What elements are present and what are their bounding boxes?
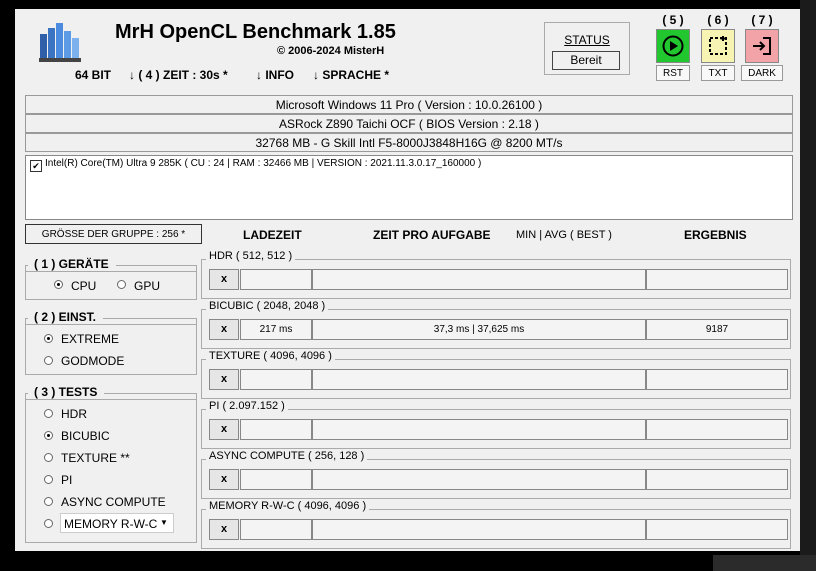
pi-label: PI [61, 473, 73, 487]
test-time-per-task [312, 269, 646, 290]
extreme-radio[interactable] [44, 334, 53, 343]
test-load-time [240, 419, 312, 440]
cpu-label: CPU [71, 279, 97, 293]
test-result [646, 369, 788, 390]
devices-group-title: ( 1 ) GERÄTE [28, 257, 116, 271]
test-row-async-compute: ASYNC COMPUTE ( 256, 128 ) x [201, 450, 791, 499]
app-title: MrH OpenCL Benchmark 1.85 [115, 21, 396, 43]
gpu-label: GPU [134, 279, 161, 293]
txt-button[interactable]: TXT [701, 65, 735, 81]
bit-label: 64 BIT [75, 68, 112, 82]
column-load: LADEZEIT [243, 228, 302, 242]
bicubic-radio[interactable] [44, 431, 53, 440]
extreme-label: EXTREME [61, 332, 120, 346]
test-run-button[interactable]: x [209, 469, 239, 490]
dark-button[interactable]: DARK [741, 65, 783, 81]
test-row-pi: PI ( 2.097.152 ) x [201, 400, 791, 449]
memory-rwc-radio[interactable] [44, 519, 53, 528]
test-load-time: 217 ms [240, 319, 312, 340]
chevron-down-icon: ▼ [160, 518, 168, 527]
texture-label: TEXTURE ** [61, 451, 130, 465]
test-load-time [240, 269, 312, 290]
test-run-button[interactable]: x [209, 419, 239, 440]
column-per-task: ZEIT PRO AUFGABE [373, 228, 491, 242]
settings-group-title: ( 2 ) EINST. [28, 310, 104, 324]
tests-group-title: ( 3 ) TESTS [28, 385, 105, 399]
status-panel: STATUS Bereit [544, 22, 630, 75]
hdr-label: HDR [61, 407, 87, 421]
test-time-per-task: 37,3 ms | 37,625 ms [312, 319, 646, 340]
test-title: PI ( 2.097.152 ) [206, 400, 288, 412]
test-load-time [240, 369, 312, 390]
bicubic-label: BICUBIC [61, 429, 110, 443]
select-icon [709, 36, 727, 55]
select-button[interactable] [701, 29, 735, 63]
cpu-radio[interactable] [54, 280, 63, 289]
txt-button-number: ( 6 ) [707, 13, 729, 27]
test-title: MEMORY R-W-C ( 4096, 4096 ) [206, 500, 370, 512]
memory-info: 32768 MB - G Skill Intl F5-8000J3848H16G… [25, 133, 793, 152]
test-time-per-task [312, 469, 646, 490]
test-row-bicubic: BICUBIC ( 2048, 2048 ) x 217 ms 37,3 ms … [201, 300, 791, 349]
test-run-button[interactable]: x [209, 369, 239, 390]
status-label: STATUS [564, 33, 610, 47]
gpu-radio[interactable] [117, 280, 126, 289]
status-value: Bereit [552, 51, 620, 70]
texture-radio[interactable] [44, 453, 53, 462]
dark-button-number: ( 7 ) [751, 13, 773, 27]
test-result [646, 269, 788, 290]
settings-group: ( 2 ) EINST. EXTREME GODMODE [25, 310, 197, 375]
app-logo-icon [37, 18, 83, 64]
device-text: Intel(R) Core(TM) Ultra 9 285K ( CU : 24… [45, 158, 482, 169]
main-window: MrH OpenCL Benchmark 1.85 © 2006-2024 Mi… [15, 9, 800, 551]
test-row-memory-rwc: MEMORY R-W-C ( 4096, 4096 ) x [201, 500, 791, 549]
async-compute-radio[interactable] [44, 497, 53, 506]
test-run-button[interactable]: x [209, 319, 239, 340]
test-result [646, 519, 788, 540]
info-menu[interactable]: ↓ INFO [256, 68, 294, 82]
background-dark [800, 0, 816, 571]
test-time-per-task [312, 419, 646, 440]
test-title: HDR ( 512, 512 ) [206, 250, 296, 262]
pi-radio[interactable] [44, 475, 53, 484]
test-result: 9187 [646, 319, 788, 340]
device-checkbox[interactable]: ✔ [30, 160, 42, 172]
async-compute-label: ASYNC COMPUTE [61, 495, 166, 509]
play-icon [662, 35, 684, 57]
group-size-button[interactable]: GRÖSSE DER GRUPPE : 256 * [25, 224, 202, 244]
rst-button[interactable]: RST [656, 65, 690, 81]
test-load-time [240, 469, 312, 490]
memory-rwc-dropdown-value: MEMORY R-W-C [64, 517, 158, 531]
copyright: © 2006-2024 MisterH [277, 45, 385, 57]
time-menu[interactable]: ↓ ( 4 ) ZEIT : 30s * [129, 68, 228, 82]
test-title: TEXTURE ( 4096, 4096 ) [206, 350, 335, 362]
test-time-per-task [312, 369, 646, 390]
test-title: ASYNC COMPUTE ( 256, 128 ) [206, 450, 368, 462]
test-run-button[interactable]: x [209, 269, 239, 290]
godmode-label: GODMODE [61, 354, 125, 368]
exit-button[interactable] [745, 29, 779, 63]
run-button[interactable] [656, 29, 690, 63]
test-run-button[interactable]: x [209, 519, 239, 540]
column-result: ERGEBNIS [684, 228, 747, 242]
background-shadow [713, 555, 816, 571]
test-time-per-task [312, 519, 646, 540]
device-list: ✔ Intel(R) Core(TM) Ultra 9 285K ( CU : … [25, 155, 793, 220]
godmode-radio[interactable] [44, 356, 53, 365]
test-result [646, 419, 788, 440]
language-menu[interactable]: ↓ SPRACHE * [313, 68, 389, 82]
memory-rwc-dropdown[interactable]: MEMORY R-W-C ▼ [60, 513, 174, 533]
test-title: BICUBIC ( 2048, 2048 ) [206, 300, 329, 312]
hdr-radio[interactable] [44, 409, 53, 418]
run-button-number: ( 5 ) [662, 13, 684, 27]
test-row-hdr: HDR ( 512, 512 ) x [201, 250, 791, 299]
test-row-texture: TEXTURE ( 4096, 4096 ) x [201, 350, 791, 399]
test-result [646, 469, 788, 490]
exit-icon [753, 37, 771, 55]
board-info: ASRock Z890 Taichi OCF ( BIOS Version : … [25, 114, 793, 133]
os-info: Microsoft Windows 11 Pro ( Version : 10.… [25, 95, 793, 114]
column-minavg: MIN | AVG ( BEST ) [516, 229, 612, 241]
devices-group: ( 1 ) GERÄTE CPU GPU [25, 257, 197, 300]
test-load-time [240, 519, 312, 540]
